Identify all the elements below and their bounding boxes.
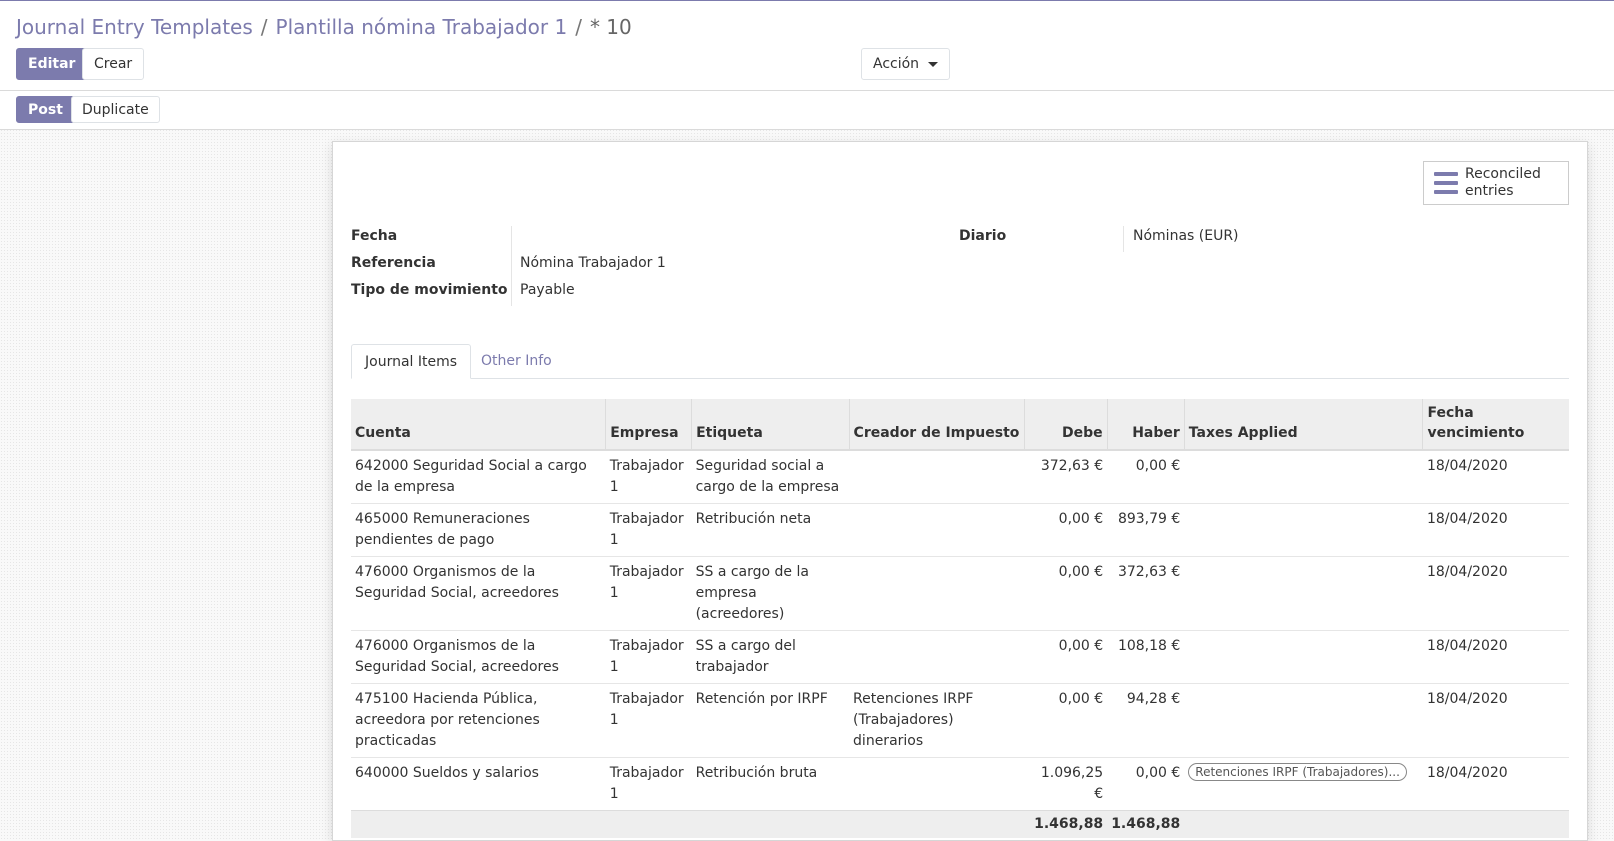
breadcrumb-separator: / [260,15,268,39]
cell-fecha: 18/04/2020 [1422,683,1569,758]
create-button[interactable]: Crear [82,48,145,80]
cell-haber: 94,28 € [1107,683,1185,758]
cell-cuenta: 642000 Seguridad Social a cargo de la em… [351,449,606,504]
table-row[interactable]: 475100 Hacienda Pública, acreedora por r… [351,683,1569,758]
table-row[interactable]: 476000 Organismos de la Seguridad Social… [351,630,1569,684]
fecha-label: Fecha [351,228,398,244]
cell-taxes [1184,449,1423,504]
breadcrumb-separator: / [575,15,582,39]
cell-creador [849,503,1025,557]
control-panel: Journal Entry Templates / Plantilla nómina… [0,1,1614,91]
diario-label: Diario [959,228,1007,244]
table-header-row: Cuenta Empresa Etiqueta Creador de Impue… [351,399,1569,451]
cell-debe: 0,00 € [1024,556,1108,631]
cell-haber: 108,18 € [1107,630,1185,684]
field-divider [1123,226,1124,252]
list-icon [1434,172,1458,194]
cell-fecha: 18/04/2020 [1422,757,1569,811]
cell-empresa: Trabajador 1 [605,757,692,811]
table-row[interactable]: 465000 Remuneraciones pendientes de pago… [351,503,1569,557]
cell-cuenta: 640000 Sueldos y salarios [351,757,606,811]
table-row[interactable]: 476000 Organismos de la Seguridad Social… [351,556,1569,631]
action-label: Acción [873,56,920,72]
cell-haber: 0,00 € [1107,449,1185,504]
cell-empresa: Trabajador 1 [605,556,692,631]
cell-empresa: Trabajador 1 [605,449,692,504]
total-haber: 1.468,88 [1107,810,1185,838]
cell-debe: 372,63 € [1024,449,1108,504]
column-header-taxes[interactable]: Taxes Applied [1183,399,1423,451]
cell-empresa: Trabajador 1 [605,630,692,684]
cell-etiqueta: Retención por IRPF [691,683,850,758]
column-header-debe[interactable]: Debe [1023,399,1108,451]
referencia-label: Referencia [351,255,436,271]
breadcrumb-root[interactable]: Journal Entry Templates [16,15,253,39]
cell-taxes [1184,630,1423,684]
notebook-tabs: Journal Items Other Info [351,344,1569,379]
cell-creador [849,449,1025,504]
cell-debe: 0,00 € [1024,503,1108,557]
cell-etiqueta: SS a cargo de la empresa (acreedores) [691,556,850,631]
column-header-etiqueta[interactable]: Etiqueta [691,399,850,451]
breadcrumb-current: * 10 [589,15,632,39]
referencia-value: Nómina Trabajador 1 [520,255,666,271]
column-header-creador[interactable]: Creador de Impuesto [848,399,1025,451]
post-button[interactable]: Post [16,96,75,123]
cell-taxes [1184,683,1423,758]
column-header-cuenta[interactable]: Cuenta [351,399,606,451]
cell-etiqueta: Retribución neta [691,503,850,557]
cell-debe: 0,00 € [1024,630,1108,684]
diario-value: Nóminas (EUR) [1133,228,1239,244]
cell-empresa: Trabajador 1 [605,683,692,758]
field-divider [511,226,512,306]
total-debe: 1.468,88 [1024,810,1108,838]
cell-taxes: Retenciones IRPF (Trabajadores)... [1184,757,1423,811]
cell-etiqueta: Seguridad social a cargo de la empresa [691,449,850,504]
cell-creador: Retenciones IRPF (Trabajadores) dinerari… [849,683,1025,758]
column-header-empresa[interactable]: Empresa [605,399,692,451]
cell-haber: 893,79 € [1107,503,1185,557]
cell-cuenta: 476000 Organismos de la Seguridad Social… [351,556,606,631]
cell-etiqueta: SS a cargo del trabajador [691,630,850,684]
reconciled-entries-label: Reconciled entries [1465,166,1541,199]
duplicate-button[interactable]: Duplicate [71,96,160,123]
cell-debe: 0,00 € [1024,683,1108,758]
tipo-movimiento-value: Payable [520,282,575,298]
reconciled-entries-button[interactable]: Reconciled entries [1423,161,1569,205]
tab-other-info[interactable]: Other Info [468,344,565,379]
cell-haber: 0,00 € [1107,757,1185,811]
cell-debe: 1.096,25 € [1024,757,1108,811]
cell-haber: 372,63 € [1107,556,1185,631]
table-row[interactable]: 642000 Seguridad Social a cargo de la em… [351,449,1569,504]
cell-taxes [1184,556,1423,631]
cell-empresa: Trabajador 1 [605,503,692,557]
journal-items-table: Cuenta Empresa Etiqueta Creador de Impue… [351,399,1569,838]
tab-journal-items[interactable]: Journal Items [351,344,472,379]
cell-fecha: 18/04/2020 [1422,556,1569,631]
cell-creador [849,556,1025,631]
cell-etiqueta: Retribución bruta [691,757,850,811]
form-sheet: Reconciled entries Fecha Referencia Nómi… [332,141,1588,841]
cell-taxes [1184,503,1423,557]
cell-cuenta: 475100 Hacienda Pública, acreedora por r… [351,683,606,758]
edit-button[interactable]: Editar [16,48,88,80]
tax-tag[interactable]: Retenciones IRPF (Trabajadores)... [1188,763,1407,781]
action-dropdown-button[interactable]: Acción [861,48,951,80]
cell-cuenta: 465000 Remuneraciones pendientes de pago [351,503,606,557]
cell-fecha: 18/04/2020 [1422,449,1569,504]
cell-creador [849,630,1025,684]
totals-row: 1.468,88 1.468,88 [351,810,1569,838]
table-row[interactable]: 640000 Sueldos y salarios Trabajador 1 R… [351,757,1569,811]
column-header-fecha-vencimiento[interactable]: Fecha vencimiento [1422,399,1569,451]
breadcrumb: Journal Entry Templates / Plantilla nómina… [16,15,632,39]
tipo-movimiento-label: Tipo de movimiento [351,282,508,298]
column-header-haber[interactable]: Haber [1106,399,1185,451]
breadcrumb-parent[interactable]: Plantilla nómina Trabajador 1 [276,15,568,39]
cell-fecha: 18/04/2020 [1422,503,1569,557]
cell-fecha: 18/04/2020 [1422,630,1569,684]
caret-down-icon [928,61,939,67]
statusbar: Post Duplicate [0,91,1614,130]
cell-creador [849,757,1025,811]
cell-cuenta: 476000 Organismos de la Seguridad Social… [351,630,606,684]
